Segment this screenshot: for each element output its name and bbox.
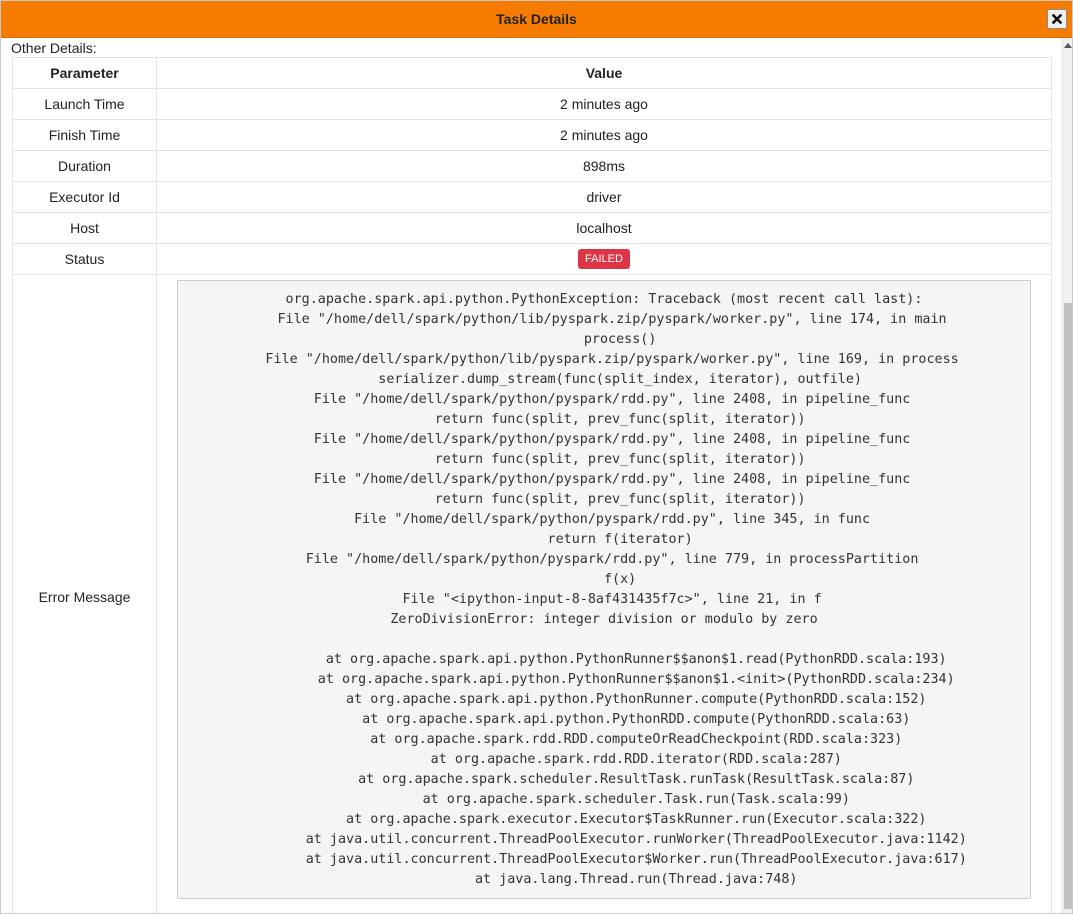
table-row: Status FAILED [12, 243, 1052, 275]
close-button[interactable] [1047, 9, 1067, 29]
param-host: Host [12, 212, 157, 244]
param-status: Status [12, 243, 157, 275]
dialog-titlebar[interactable]: Task Details [1, 1, 1072, 38]
param-executor-id: Executor Id [12, 181, 157, 213]
header-value: Value [156, 57, 1052, 89]
dialog-content: Other Details: Parameter Value Launch Ti… [1, 38, 1062, 913]
table-row: Duration 898ms [12, 150, 1052, 182]
value-host: localhost [156, 212, 1052, 244]
header-parameter: Parameter [12, 57, 157, 89]
error-message-box[interactable]: org.apache.spark.api.python.PythonExcept… [177, 280, 1031, 899]
param-finish-time: Finish Time [12, 119, 157, 151]
scroll-up-arrow-icon[interactable] [1064, 43, 1072, 48]
value-finish-time: 2 minutes ago [156, 119, 1052, 151]
value-executor-id: driver [156, 181, 1052, 213]
status-badge: FAILED [578, 249, 630, 269]
value-duration: 898ms [156, 150, 1052, 182]
table-header-row: Parameter Value [12, 57, 1052, 89]
value-launch-time: 2 minutes ago [156, 88, 1052, 120]
task-details-dialog: Task Details Other Details: Parameter Va… [0, 0, 1073, 914]
table-row: Launch Time 2 minutes ago [12, 88, 1052, 120]
other-details-label: Other Details: [11, 40, 97, 56]
param-duration: Duration [12, 150, 157, 182]
close-x-icon [1052, 14, 1062, 24]
param-error-message: Error Message [12, 274, 157, 913]
dialog-title: Task Details [496, 11, 577, 27]
table-row: Error Message org.apache.spark.api.pytho… [12, 274, 1052, 913]
table-row: Executor Id driver [12, 181, 1052, 213]
scrollbar-thumb[interactable] [1064, 303, 1072, 909]
value-status: FAILED [156, 243, 1052, 275]
value-error-message: org.apache.spark.api.python.PythonExcept… [156, 274, 1052, 913]
table-row: Finish Time 2 minutes ago [12, 119, 1052, 151]
table-row: Host localhost [12, 212, 1052, 244]
param-launch-time: Launch Time [12, 88, 157, 120]
details-table: Parameter Value Launch Time 2 minutes ag… [12, 57, 1052, 913]
